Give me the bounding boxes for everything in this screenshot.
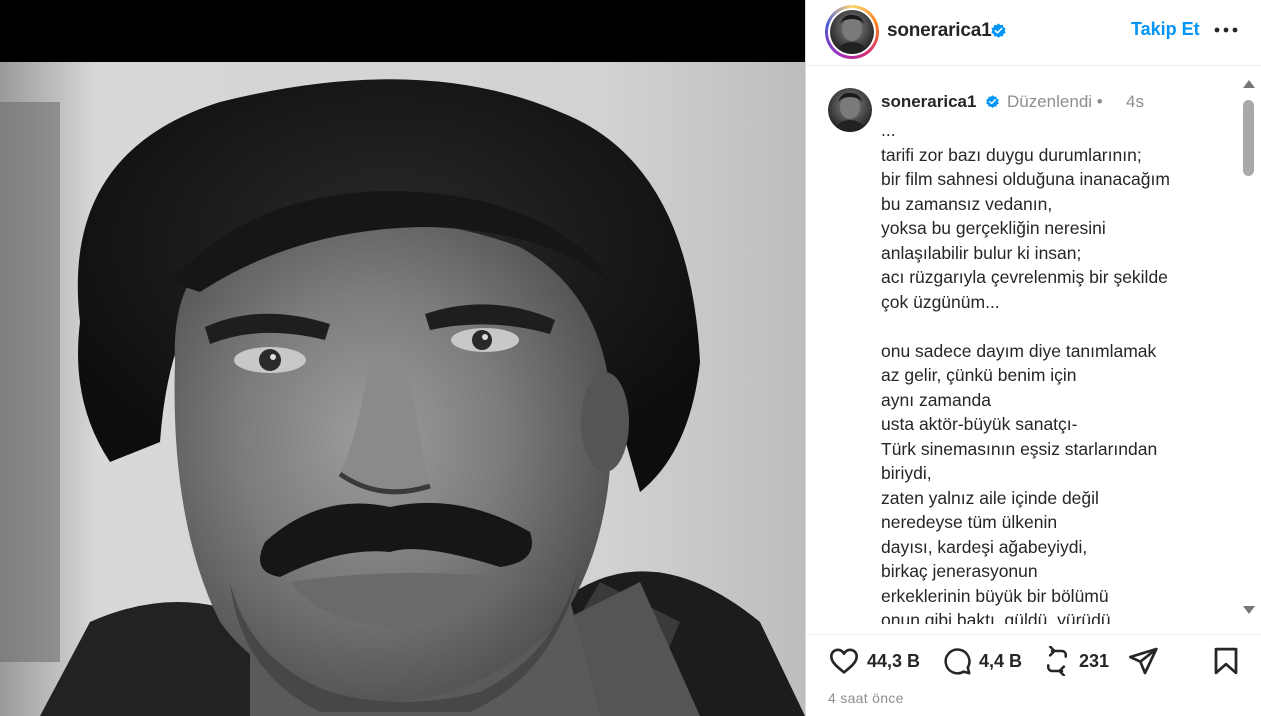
caption-line: ... xyxy=(881,120,896,140)
avatar-photo xyxy=(830,10,874,54)
bookmark-icon xyxy=(1214,647,1238,675)
meta-separator: • xyxy=(1096,92,1103,111)
caption-line: onun gibi baktı, güldü, yürüdü. xyxy=(881,610,1116,624)
edited-text: Düzenlendi xyxy=(1007,92,1093,111)
caption-line: bu zamansız vedanın, xyxy=(881,193,1053,214)
caption-line: birkaç jenerasyonun xyxy=(881,561,1038,581)
caption-line: bir film sahnesi olduğuna inanacağım xyxy=(881,169,1170,189)
post-sidebar: sonerarica1 Takip Et sonerarica1 Düzenle… xyxy=(805,0,1261,716)
caption-time[interactable]: 4s xyxy=(1126,92,1144,112)
caption-line: zaten yalnız aile içinde değil xyxy=(881,487,1099,508)
caption-line: yoksa bu gerçekliğin neresini xyxy=(881,218,1106,238)
caption-text: ... tarifi zor bazı duygu durumlarının; bi… xyxy=(881,118,1231,624)
scrollbar-thumb[interactable] xyxy=(1243,100,1254,176)
comment-button[interactable]: 4,4 B xyxy=(942,645,1022,677)
caption-line: anlaşılabilir bulur ki insan; xyxy=(881,242,1082,263)
caption-line: acı rüzgarıyla çevrelenmiş bir şekilde xyxy=(881,267,1168,287)
caption-line: onu sadece dayım diye tanımlamak xyxy=(881,340,1157,361)
caption-scrollbar[interactable] xyxy=(1240,72,1256,624)
post-timestamp[interactable]: 4 saat önce xyxy=(828,690,904,706)
repost-count[interactable]: 231 xyxy=(1079,651,1109,672)
caption-avatar-photo xyxy=(828,88,872,132)
caption-line xyxy=(881,314,1231,339)
post-media-panel xyxy=(0,0,805,716)
author-username[interactable]: sonerarica1 xyxy=(887,20,992,42)
caption-line: Türk sinemasının eşsiz starlarından xyxy=(881,438,1158,459)
like-button[interactable]: 44,3 B xyxy=(828,645,920,677)
verified-badge-icon xyxy=(991,23,1006,38)
comment-icon xyxy=(944,648,971,675)
caption-line: az gelir, çünkü benim için xyxy=(881,365,1077,385)
caption-scroll-area[interactable]: sonerarica1 Düzenlendi • 4s ... tarifi zo… xyxy=(806,72,1261,624)
edited-label: Düzenlendi • xyxy=(1007,92,1103,112)
post-header: sonerarica1 Takip Et xyxy=(806,0,1261,66)
scroll-down-arrow-icon[interactable] xyxy=(1243,606,1255,614)
author-avatar[interactable] xyxy=(825,5,879,59)
follow-button[interactable]: Takip Et xyxy=(1131,19,1200,40)
more-options-icon xyxy=(1214,27,1238,33)
caption-line: neredeyse tüm ülkenin xyxy=(881,512,1058,532)
post-actions-bar: 44,3 B 4,4 B 231 4 saat önce xyxy=(806,634,1261,716)
caption-line: erkeklerinin büyük bir bölümü xyxy=(881,585,1109,606)
caption-line: çok üzgünüm... xyxy=(881,291,1000,312)
heart-icon xyxy=(830,648,858,674)
portrait-image xyxy=(0,62,805,716)
avatar-portrait-icon xyxy=(834,92,866,132)
save-button[interactable] xyxy=(1211,645,1241,677)
caption-line: biriydi, xyxy=(881,463,932,483)
caption-author-avatar[interactable] xyxy=(828,88,872,132)
share-icon xyxy=(1129,647,1158,675)
caption-line: aynı zamanda xyxy=(881,389,991,410)
repost-icon xyxy=(1047,646,1067,676)
caption-line: dayısı, kardeşi ağabeyiydi, xyxy=(881,536,1088,557)
repost-button[interactable]: 231 xyxy=(1042,645,1109,677)
more-options-button[interactable] xyxy=(1212,17,1240,43)
caption-line: tarifi zor bazı duygu durumlarının; xyxy=(881,144,1142,165)
caption-username[interactable]: sonerarica1 xyxy=(881,92,976,112)
verified-badge-icon xyxy=(986,95,999,108)
scroll-up-arrow-icon[interactable] xyxy=(1243,80,1255,88)
post-photo[interactable] xyxy=(0,62,805,716)
caption-line: usta aktör-büyük sanatçı- xyxy=(881,414,1078,434)
share-button[interactable] xyxy=(1127,645,1159,677)
avatar-portrait-icon xyxy=(836,14,868,54)
like-count[interactable]: 44,3 B xyxy=(867,651,920,672)
comment-count[interactable]: 4,4 B xyxy=(979,651,1022,672)
